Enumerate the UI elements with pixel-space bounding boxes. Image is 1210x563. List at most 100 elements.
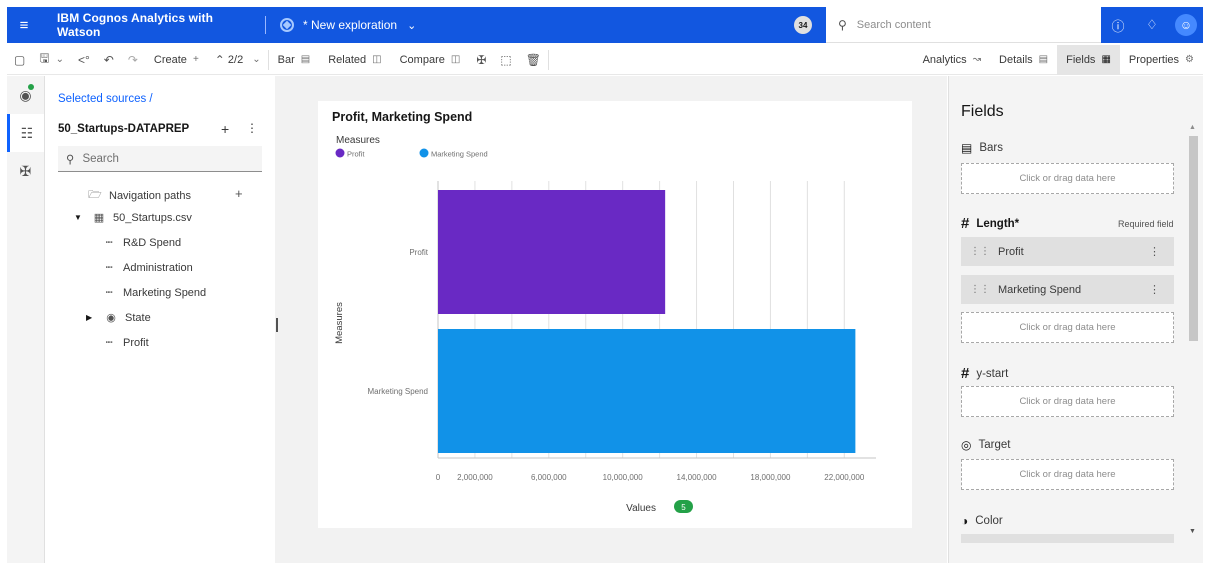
- caret-right-icon: ▶: [86, 313, 93, 322]
- plus-icon: +: [192, 54, 199, 65]
- x-tick-label: 18,000,000: [750, 473, 791, 482]
- create-label: Create: [153, 53, 187, 66]
- notifications-bell-icon[interactable]: ♢: [1135, 17, 1169, 33]
- measure-icon: ┉: [105, 287, 113, 299]
- more-options-icon[interactable]: ⋮: [1149, 283, 1160, 296]
- tree-item-navigation-paths[interactable]: 🗁 Navigation paths: [88, 186, 191, 205]
- help-icon[interactable]: ⓘ: [1101, 16, 1135, 35]
- search-content-field[interactable]: ⚲ Search content: [826, 7, 1101, 43]
- ystart-dropzone[interactable]: Click or drag data here: [961, 386, 1174, 417]
- notification-count-badge[interactable]: 34: [794, 16, 812, 34]
- user-avatar-icon[interactable]: ☺: [1175, 14, 1197, 36]
- fields-tab[interactable]: Fields ▦: [1057, 44, 1120, 75]
- length-zone-label: # Length*: [961, 215, 1019, 232]
- page-navigator[interactable]: ⌃ 2/2 ⌄: [208, 45, 268, 75]
- details-label: Details: [999, 53, 1033, 66]
- related-button[interactable]: Related ◫: [319, 45, 390, 75]
- scroll-down-icon[interactable]: ▼: [1189, 528, 1196, 535]
- field-pill-marketing-spend[interactable]: ⋮⋮ Marketing Spend ⋮: [961, 275, 1174, 304]
- search-icon: ⚲: [838, 17, 847, 32]
- length-dropzone[interactable]: Click or drag data here: [961, 312, 1174, 343]
- legend-label: Profit: [347, 150, 365, 159]
- focus-icon[interactable]: ⬚: [493, 45, 518, 75]
- tree-item-label: State: [125, 311, 151, 324]
- legend-swatch: [419, 148, 429, 158]
- fields-panel-title: Fields: [961, 103, 1004, 120]
- scroll-up-icon[interactable]: ▲: [1189, 124, 1196, 131]
- properties-label: Properties: [1128, 53, 1180, 66]
- x-tick-label: 2,000,000: [457, 473, 493, 482]
- exploration-switcher[interactable]: * New exploration ⌄: [280, 18, 416, 32]
- more-options-icon[interactable]: ⋮: [1149, 245, 1160, 258]
- bar: [438, 190, 666, 314]
- compare-label: Compare: [399, 53, 445, 66]
- pin-icon[interactable]: ✠: [469, 45, 493, 75]
- target-dropzone[interactable]: Click or drag data here: [961, 459, 1174, 490]
- tree-item-file[interactable]: ▼ ▦ 50_Startups.csv: [74, 211, 192, 225]
- tree-item-label: Profit: [123, 336, 149, 349]
- target-icon: ◎: [961, 438, 972, 452]
- bar: [438, 329, 856, 453]
- exploration-toolbar: ▢ 🖫 ⌄ <° ↶ ↷ Create + ⌃ 2/2 ⌄ Bar ▤ Related…: [7, 44, 1203, 75]
- undo-icon[interactable]: ↶: [97, 45, 121, 75]
- field-pill-label: Profit: [998, 245, 1024, 258]
- location-pin-icon: ◉: [106, 312, 116, 324]
- tree-item-state[interactable]: ▶ ◉ State: [86, 311, 151, 325]
- tree-item-administration[interactable]: ┉ Administration: [102, 261, 193, 275]
- drag-handle-icon[interactable]: ⋮⋮: [970, 284, 990, 295]
- redo-icon[interactable]: ↷: [121, 45, 145, 75]
- chevron-down-icon: ⌄: [252, 54, 261, 65]
- field-pill-profit[interactable]: ⋮⋮ Profit ⋮: [961, 237, 1174, 266]
- analytics-tab[interactable]: Analytics ↝: [914, 45, 990, 75]
- comment-icon[interactable]: ▢: [7, 45, 32, 75]
- toolbar-divider: [547, 49, 549, 70]
- add-navigation-path-icon[interactable]: +: [235, 186, 243, 201]
- tree-item-label: Navigation paths: [109, 189, 191, 202]
- exploration-icon: [280, 18, 294, 32]
- measure-icon: ┉: [105, 237, 113, 249]
- data-tree-icon[interactable]: ☷: [7, 114, 44, 152]
- share-icon[interactable]: <°: [71, 45, 97, 75]
- zone-label-text: Target: [978, 439, 1011, 451]
- x-tick-label: 6,000,000: [531, 473, 567, 482]
- properties-icon: ⚙: [1185, 54, 1194, 65]
- details-tab[interactable]: Details ▤: [990, 45, 1057, 75]
- fields-panel: Fields ▤ Bars Click or drag data here # …: [948, 76, 1203, 563]
- tree-item-marketing-spend[interactable]: ┉ Marketing Spend: [102, 286, 206, 300]
- more-options-icon[interactable]: ⋮: [246, 121, 258, 135]
- pin-icon[interactable]: ✠: [7, 152, 44, 190]
- compare-button[interactable]: Compare ◫: [391, 45, 470, 75]
- target-zone-label: ◎ Target: [961, 438, 1010, 452]
- table-icon: ▦: [93, 212, 105, 224]
- hamburger-menu-icon[interactable]: ≡: [7, 17, 41, 34]
- compare-icon: ◫: [450, 54, 461, 65]
- data-sources-icon[interactable]: ◉: [7, 76, 44, 114]
- measure-icon: ┉: [105, 262, 113, 274]
- left-rail: ◉ ☷ ✠: [7, 76, 45, 563]
- bar-button[interactable]: Bar ▤: [269, 45, 320, 75]
- trash-icon[interactable]: 🗑: [519, 45, 548, 75]
- chevron-down-icon: ⌄: [407, 19, 417, 32]
- save-icon[interactable]: 🖫 ⌄: [32, 45, 71, 75]
- hash-icon: #: [961, 215, 970, 232]
- tree-item-rd-spend[interactable]: ┉ R&D Spend: [102, 236, 181, 250]
- tree-item-label: Administration: [123, 261, 193, 274]
- panel-resize-handle[interactable]: [276, 318, 278, 332]
- required-field-note: Required field: [1118, 219, 1174, 229]
- zone-label-text: y-start: [976, 367, 1009, 380]
- source-search-input[interactable]: ⚲ Search: [58, 146, 262, 172]
- breadcrumb[interactable]: Selected sources /: [58, 93, 153, 105]
- create-button[interactable]: Create +: [145, 45, 208, 75]
- x-tick-label: 0: [436, 473, 441, 482]
- scrollbar-thumb[interactable]: [1189, 136, 1198, 341]
- bars-dropzone[interactable]: Click or drag data here: [961, 163, 1174, 194]
- folder-icon: 🗁: [88, 189, 102, 201]
- tree-item-label: 50_Startups.csv: [113, 211, 192, 224]
- tree-item-profit[interactable]: ┉ Profit: [102, 336, 149, 350]
- chart-title: Profit, Marketing Spend: [332, 110, 472, 124]
- drag-handle-icon[interactable]: ⋮⋮: [970, 246, 990, 257]
- x-tick-label: 22,000,000: [824, 473, 865, 482]
- properties-tab[interactable]: Properties ⚙: [1120, 45, 1203, 75]
- add-source-icon[interactable]: +: [221, 121, 229, 137]
- x-axis-badge-count: 5: [681, 503, 686, 512]
